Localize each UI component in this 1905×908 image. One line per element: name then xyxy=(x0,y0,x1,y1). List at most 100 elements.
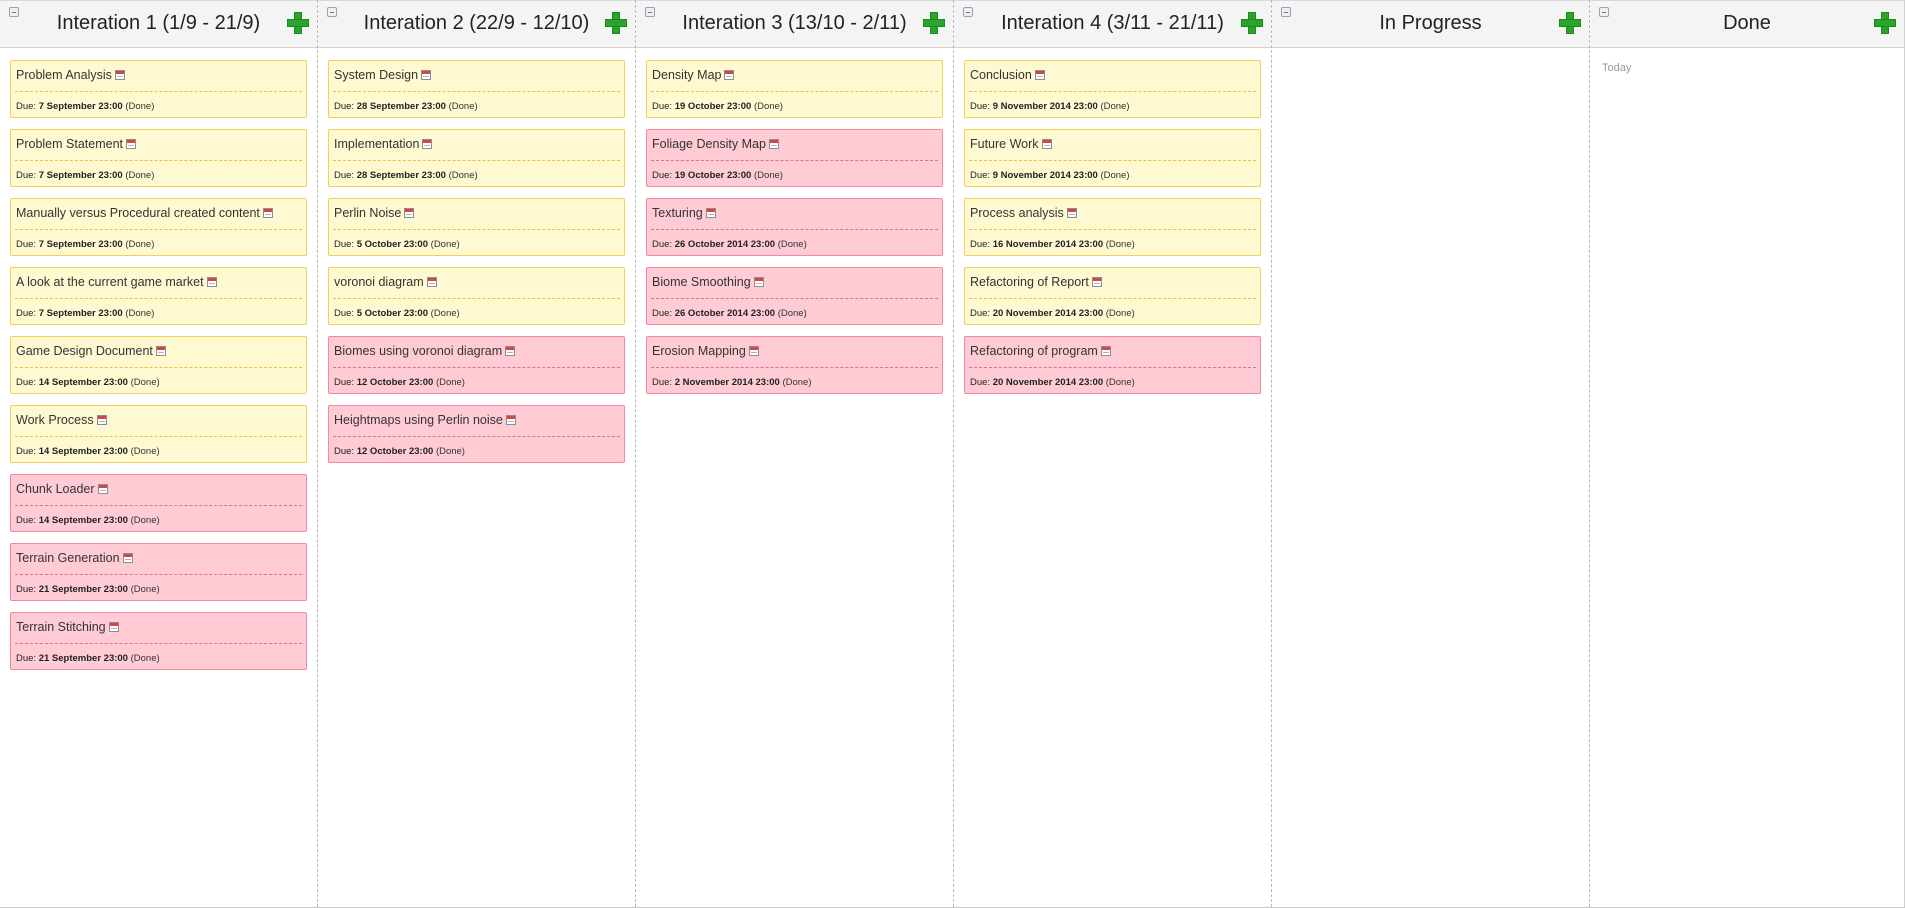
task-card[interactable]: Terrain Stitching Due: 21 September 23:00… xyxy=(10,612,307,670)
task-due: Due: 19 October 23:00 (Done) xyxy=(652,170,783,181)
task-card[interactable]: Foliage Density Map Due: 19 October 23:00… xyxy=(646,129,943,187)
add-card-plus-icon[interactable] xyxy=(923,12,945,34)
task-title: Foliage Density Map xyxy=(652,137,779,151)
calendar-icon[interactable] xyxy=(404,208,415,218)
task-title: Terrain Stitching xyxy=(16,620,119,634)
task-card[interactable]: Problem Statement Due: 7 September 23:00 … xyxy=(10,129,307,187)
calendar-icon[interactable] xyxy=(748,346,759,356)
task-title: Perlin Noise xyxy=(334,206,415,220)
task-title-text: Future Work xyxy=(970,137,1039,151)
task-card[interactable]: voronoi diagram Due: 5 October 23:00 (Don… xyxy=(328,267,625,325)
task-title-text: Game Design Document xyxy=(16,344,153,358)
calendar-icon[interactable] xyxy=(768,139,779,149)
task-card[interactable]: Game Design Document Due: 14 September 23… xyxy=(10,336,307,394)
task-status: (Done) xyxy=(125,101,155,112)
task-card[interactable]: Future Work Due: 9 November 2014 23:00 (D… xyxy=(964,129,1261,187)
column-header: Interation 1 (1/9 - 21/9) xyxy=(0,0,317,48)
task-card[interactable]: Texturing Due: 26 October 2014 23:00 (Don… xyxy=(646,198,943,256)
task-title-text: Density Map xyxy=(652,68,722,82)
due-label: Due: xyxy=(334,377,355,388)
task-card[interactable]: Process analysis Due: 16 November 2014 23… xyxy=(964,198,1261,256)
column-title: Interation 2 (22/9 - 12/10) xyxy=(363,12,590,34)
due-label: Due: xyxy=(652,170,673,181)
task-title-text: voronoi diagram xyxy=(334,275,424,289)
calendar-icon[interactable] xyxy=(753,277,764,287)
card-divider xyxy=(969,160,1256,161)
calendar-icon[interactable] xyxy=(1041,139,1052,149)
due-label: Due: xyxy=(652,377,673,388)
task-title: Biome Smoothing xyxy=(652,275,764,289)
calendar-icon[interactable] xyxy=(426,277,437,287)
add-card-plus-icon[interactable] xyxy=(287,12,309,34)
due-date: 14 September 23:00 xyxy=(38,377,128,388)
calendar-icon[interactable] xyxy=(505,346,516,356)
task-card[interactable]: Terrain Generation Due: 21 September 23:0… xyxy=(10,543,307,601)
task-card[interactable]: Perlin Noise Due: 5 October 23:00 (Done) xyxy=(328,198,625,256)
calendar-icon[interactable] xyxy=(505,415,516,425)
task-card[interactable]: Manually versus Procedural created conte… xyxy=(10,198,307,256)
calendar-icon[interactable] xyxy=(108,622,119,632)
calendar-icon[interactable] xyxy=(705,208,716,218)
calendar-icon[interactable] xyxy=(1066,208,1077,218)
add-card-plus-icon[interactable] xyxy=(1241,12,1263,34)
add-card-plus-icon[interactable] xyxy=(1874,12,1896,34)
task-card[interactable]: Problem Analysis Due: 7 September 23:00 (… xyxy=(10,60,307,118)
calendar-icon[interactable] xyxy=(126,139,136,149)
task-card[interactable]: Heightmaps using Perlin noise Due: 12 Oct… xyxy=(328,405,625,463)
card-divider xyxy=(651,367,938,368)
calendar-icon[interactable] xyxy=(155,346,166,356)
task-card[interactable]: Biomes using voronoi diagram Due: 12 Octo… xyxy=(328,336,625,394)
calendar-icon[interactable] xyxy=(724,70,735,80)
task-card[interactable]: System Design Due: 28 September 23:00 (Do… xyxy=(328,60,625,118)
task-card[interactable]: Density Map Due: 19 October 23:00 (Done) xyxy=(646,60,943,118)
task-card[interactable]: Biome Smoothing Due: 26 October 2014 23:0… xyxy=(646,267,943,325)
task-card[interactable]: Work Process Due: 14 September 23:00 (Don… xyxy=(10,405,307,463)
task-due: Due: 9 November 2014 23:00 (Done) xyxy=(970,170,1130,181)
calendar-icon[interactable] xyxy=(114,70,125,80)
due-label: Due: xyxy=(970,377,991,388)
task-status: (Done) xyxy=(130,584,160,595)
calendar-icon[interactable] xyxy=(97,484,108,494)
calendar-icon[interactable] xyxy=(422,139,433,149)
task-card[interactable]: Erosion Mapping Due: 2 November 2014 23:0… xyxy=(646,336,943,394)
card-divider xyxy=(651,298,938,299)
calendar-icon[interactable] xyxy=(96,415,107,425)
card-divider xyxy=(333,160,620,161)
task-due: Due: 16 November 2014 23:00 (Done) xyxy=(970,239,1135,250)
due-date: 9 November 2014 23:00 xyxy=(992,101,1098,112)
due-date: 28 September 23:00 xyxy=(356,101,446,112)
calendar-icon[interactable] xyxy=(1091,277,1102,287)
card-divider xyxy=(333,298,620,299)
calendar-icon[interactable] xyxy=(1100,346,1111,356)
task-due: Due: 7 September 23:00 (Done) xyxy=(16,239,154,250)
task-card[interactable]: Refactoring of program Due: 20 November 2… xyxy=(964,336,1261,394)
task-title-text: System Design xyxy=(334,68,419,82)
task-card[interactable]: A look at the current game market Due: 7 … xyxy=(10,267,307,325)
due-date: 9 November 2014 23:00 xyxy=(992,170,1098,181)
calendar-icon[interactable] xyxy=(206,277,217,287)
add-card-plus-icon[interactable] xyxy=(1559,12,1581,34)
task-status: (Done) xyxy=(448,101,478,112)
card-divider xyxy=(15,91,302,92)
task-due: Due: 2 November 2014 23:00 (Done) xyxy=(652,377,812,388)
task-card[interactable]: Conclusion Due: 9 November 2014 23:00 (Do… xyxy=(964,60,1261,118)
calendar-icon[interactable] xyxy=(262,208,273,218)
due-date: 5 October 23:00 xyxy=(356,239,429,250)
task-card[interactable]: Chunk Loader Due: 14 September 23:00 (Don… xyxy=(10,474,307,532)
column-header: Interation 3 (13/10 - 2/11) xyxy=(636,0,953,48)
task-card[interactable]: Implementation Due: 28 September 23:00 (D… xyxy=(328,129,625,187)
due-date: 14 September 23:00 xyxy=(38,515,128,526)
card-divider xyxy=(651,91,938,92)
task-title-text: Problem Statement xyxy=(16,137,123,151)
task-title: Conclusion xyxy=(970,68,1045,82)
task-card[interactable]: Refactoring of Report Due: 20 November 20… xyxy=(964,267,1261,325)
task-title-text: Chunk Loader xyxy=(16,482,95,496)
task-status: (Done) xyxy=(125,239,155,250)
task-status: (Done) xyxy=(782,377,812,388)
calendar-icon[interactable] xyxy=(1034,70,1045,80)
add-card-plus-icon[interactable] xyxy=(605,12,627,34)
task-status: (Done) xyxy=(1105,377,1135,388)
due-label: Due: xyxy=(16,653,37,664)
calendar-icon[interactable] xyxy=(421,70,432,80)
calendar-icon[interactable] xyxy=(122,553,133,563)
